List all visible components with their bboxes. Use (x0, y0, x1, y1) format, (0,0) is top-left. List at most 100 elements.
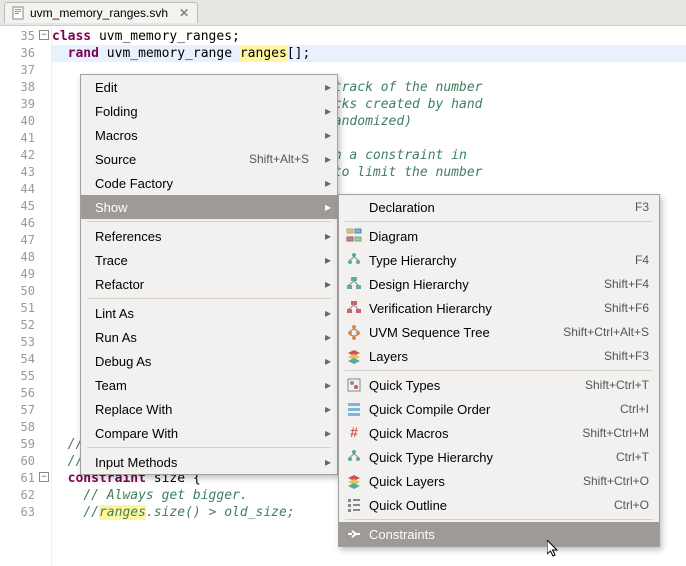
line-number: 43 (0, 164, 51, 181)
submenu-arrow-icon: ▸ (325, 104, 331, 118)
menu-item-compare-with[interactable]: Compare With▸ (81, 421, 337, 445)
menu-item-lint-as[interactable]: Lint As▸ (81, 301, 337, 325)
line-number: 35− (0, 28, 51, 45)
menu-item-team[interactable]: Team▸ (81, 373, 337, 397)
qtypeh-icon (345, 448, 363, 466)
submenu-shortcut: F4 (635, 253, 649, 267)
editor-tab[interactable]: uvm_memory_ranges.svh ✕ (4, 2, 198, 23)
submenu-arrow-icon: ▸ (325, 200, 331, 214)
uvm-icon (345, 323, 363, 341)
menu-item-folding[interactable]: Folding ▸ (81, 99, 337, 123)
line-number-gutter: 35−3637383940414243444546474849505152535… (0, 26, 52, 566)
submenu-item-design-hierarchy[interactable]: Design HierarchyShift+F4 (339, 272, 659, 296)
submenu-label: Declaration (369, 200, 635, 215)
submenu-item-layers[interactable]: LayersShift+F3 (339, 344, 659, 368)
submenu-label: Layers (369, 349, 604, 364)
menu-shortcut: Shift+Alt+S (249, 152, 315, 166)
menu-item-debug-as[interactable]: Debug As▸ (81, 349, 337, 373)
designh-icon (345, 275, 363, 293)
line-number: 54 (0, 351, 51, 368)
menu-item-references[interactable]: References▸ (81, 224, 337, 248)
menu-item-source[interactable]: SourceShift+Alt+S▸ (81, 147, 337, 171)
line-number: 55 (0, 368, 51, 385)
submenu-item-constraints[interactable]: Constraints (339, 522, 659, 546)
submenu-arrow-icon: ▸ (325, 229, 331, 243)
submenu-item-declaration[interactable]: DeclarationF3 (339, 195, 659, 219)
context-menu[interactable]: Edit▸Folding▸Macros▸SourceShift+Alt+S▸Co… (80, 74, 338, 475)
close-icon[interactable]: ✕ (179, 6, 189, 20)
menu-label: Run As (91, 330, 315, 345)
submenu-arrow-icon: ▸ (325, 455, 331, 469)
tab-filename: uvm_memory_ranges.svh (30, 6, 168, 20)
submenu-arrow-icon: ▸ (325, 277, 331, 291)
line-number: 59 (0, 436, 51, 453)
submenu-item-quick-compile-order[interactable]: Quick Compile OrderCtrl+I (339, 397, 659, 421)
line-number: 52 (0, 317, 51, 334)
fold-toggle[interactable]: − (39, 472, 49, 482)
line-number: 61− (0, 470, 51, 487)
typeh-icon (345, 251, 363, 269)
submenu-item-quick-layers[interactable]: Quick LayersShift+Ctrl+O (339, 469, 659, 493)
menu-item-replace-with[interactable]: Replace With▸ (81, 397, 337, 421)
submenu-item-type-hierarchy[interactable]: Type HierarchyF4 (339, 248, 659, 272)
submenu-arrow-icon: ▸ (325, 426, 331, 440)
menu-item-macros[interactable]: Macros▸ (81, 123, 337, 147)
qlayers-icon (345, 472, 363, 490)
submenu-item-quick-type-hierarchy[interactable]: Quick Type HierarchyCtrl+T (339, 445, 659, 469)
submenu-arrow-icon: ▸ (325, 80, 331, 94)
line-number: 39 (0, 96, 51, 113)
submenu-item-quick-outline[interactable]: Quick OutlineCtrl+O (339, 493, 659, 517)
line-number: 57 (0, 402, 51, 419)
submenu-item-verification-hierarchy[interactable]: Verification HierarchyShift+F6 (339, 296, 659, 320)
submenu-item-uvm-sequence-tree[interactable]: UVM Sequence TreeShift+Ctrl+Alt+S (339, 320, 659, 344)
qcompile-icon (345, 400, 363, 418)
line-number: 58 (0, 419, 51, 436)
submenu-label: UVM Sequence Tree (369, 325, 563, 340)
menu-label: Replace With (91, 402, 315, 417)
show-submenu[interactable]: DeclarationF3 DiagramType HierarchyF4Desi… (338, 194, 660, 547)
line-number: 45 (0, 198, 51, 215)
menu-item-code-factory[interactable]: Code Factory▸ (81, 171, 337, 195)
menu-label: Folding (91, 104, 315, 119)
code-line[interactable]: rand uvm_memory_range ranges[]; (52, 45, 686, 62)
line-number: 42 (0, 147, 51, 164)
submenu-item-quick-types[interactable]: Quick TypesShift+Ctrl+T (339, 373, 659, 397)
menu-item-trace[interactable]: Trace▸ (81, 248, 337, 272)
layers-icon (345, 347, 363, 365)
menu-label: Refactor (91, 277, 315, 292)
submenu-shortcut: Ctrl+T (616, 450, 649, 464)
menu-item-input-methods[interactable]: Input Methods ▸ (81, 450, 337, 474)
menu-item-refactor[interactable]: Refactor ▸ (81, 272, 337, 296)
line-number: 41 (0, 130, 51, 147)
submenu-arrow-icon: ▸ (325, 330, 331, 344)
line-number: 51 (0, 300, 51, 317)
submenu-shortcut: Shift+Ctrl+O (583, 474, 649, 488)
line-number: 48 (0, 249, 51, 266)
submenu-label: Quick Types (369, 378, 585, 393)
submenu-shortcut: Shift+Ctrl+Alt+S (563, 325, 649, 339)
submenu-item-quick-macros[interactable]: #Quick MacrosShift+Ctrl+M (339, 421, 659, 445)
qtypes-icon (345, 376, 363, 394)
submenu-shortcut: Ctrl+I (620, 402, 649, 416)
line-number: 53 (0, 334, 51, 351)
submenu-label: Quick Type Hierarchy (369, 450, 616, 465)
menu-label: Show (91, 200, 315, 215)
line-number: 38 (0, 79, 51, 96)
line-number: 50 (0, 283, 51, 300)
line-number: 62 (0, 487, 51, 504)
line-number: 40 (0, 113, 51, 130)
menu-item-show[interactable]: Show ▸ (81, 195, 337, 219)
menu-item-edit[interactable]: Edit▸ (81, 75, 337, 99)
code-line[interactable]: class uvm_memory_ranges; (52, 28, 686, 45)
line-number: 63 (0, 504, 51, 521)
menu-label: Macros (91, 128, 315, 143)
menu-label: Input Methods (91, 455, 315, 470)
svg-text:#: # (350, 425, 358, 440)
submenu-label: Constraints (369, 527, 649, 542)
submenu-label: Quick Outline (369, 498, 614, 513)
menu-separator (87, 447, 331, 448)
menu-label: Code Factory (91, 176, 315, 191)
menu-item-run-as[interactable]: Run As ▸ (81, 325, 337, 349)
fold-toggle[interactable]: − (39, 30, 49, 40)
submenu-item-diagram[interactable]: Diagram (339, 224, 659, 248)
